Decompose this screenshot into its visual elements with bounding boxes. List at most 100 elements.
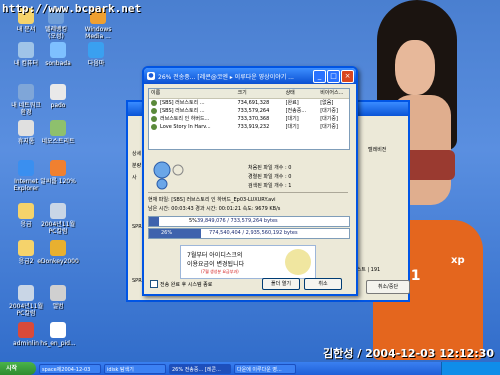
- desktop-icon-label: 알씨를 120%: [40, 178, 76, 185]
- row-name: [SBS] 러브스토리 ...: [149, 99, 235, 107]
- open-folder-button[interactable]: 폴더 열기: [262, 278, 300, 290]
- desktop-icon[interactable]: hs_en_pid...: [36, 322, 80, 347]
- total-progress-percent: 26%: [161, 230, 173, 236]
- desktop-icon[interactable]: eDonkey2000: [36, 240, 80, 265]
- row-extra: [없음]: [320, 100, 334, 106]
- desktop-icon-glyph: [50, 322, 66, 338]
- row-status: [대기]: [285, 124, 299, 130]
- desktop-icon-glyph: [50, 42, 66, 58]
- column-header-status[interactable]: 상태: [284, 89, 319, 98]
- desktop-icon-glyph: [88, 42, 104, 58]
- desktop-icon-label: eDonkey2000: [37, 258, 79, 265]
- column-header-name[interactable]: 이름: [149, 89, 235, 98]
- row-name: Love Story In Harv...: [149, 123, 235, 131]
- table-row[interactable]: [SBS] 러브스토리 ... 733,579,264 [전송중... [대기중]: [149, 107, 349, 115]
- banner-line-3: (7월 생성분 요금부과): [201, 269, 239, 274]
- cancel-button[interactable]: 취소: [304, 278, 342, 290]
- desktop-icon-label: 앨범: [52, 303, 64, 310]
- desktop-icon-label: 텔레뱅킹 (오성): [44, 26, 68, 40]
- file-progress-bar: 5% 39,849,076 / 733,579,264 bytes: [148, 216, 350, 227]
- row-size: 734,691,328: [237, 100, 270, 106]
- bg-right-label: 텔레비전: [368, 147, 387, 153]
- taskbar-item[interactable]: 다운에 이루다운 영...: [234, 363, 296, 374]
- desktop-icon-glyph: [18, 203, 34, 219]
- desktop-icon[interactable]: 네오스트리트: [36, 120, 80, 145]
- desktop-icon[interactable]: 알씨를 120%: [36, 160, 80, 185]
- file-icon: [151, 107, 157, 114]
- row-name-text: [SBS] 러브스토리 ...: [160, 108, 205, 114]
- banner-line-2: 이용요금이 변경됩니다: [187, 261, 245, 268]
- start-button[interactable]: 시작: [0, 362, 36, 375]
- banner-mascot-icon: [285, 249, 311, 275]
- desktop-icon-glyph: [18, 84, 34, 100]
- desktop-icon-label: Internet Explorer: [13, 178, 39, 192]
- file-icon: [151, 99, 157, 106]
- taskbar-item-active[interactable]: 26% 전송중... [레콘...: [169, 363, 231, 374]
- ad-banner[interactable]: 7월부터 아이디스크의 이용요금이 변경됩니다 (7월 생성분 요금부과): [180, 245, 316, 279]
- desktop-icon-glyph: [18, 322, 34, 338]
- current-file: 현재 파일: [SBS] 러브스토리 인 하버드_Ep03-LUXURY.avi: [148, 197, 276, 203]
- desktop-icon-glyph: [50, 160, 66, 176]
- shutdown-checkbox[interactable]: 전송 완료 후 시스템 종료: [150, 280, 212, 288]
- desktop-icon-glyph: [18, 240, 34, 256]
- desktop-icon[interactable]: 앨범: [36, 285, 80, 310]
- bg-fragment: 분량: [132, 163, 142, 169]
- desktop-icon-glyph: [50, 203, 66, 219]
- total-progress-bar: 26% 774,540,404 / 2,935,560,192 bytes: [148, 228, 350, 239]
- table-row[interactable]: [SBS] 러브스토리 ... 734,691,328 [완료] [없음]: [149, 99, 349, 107]
- column-header-extra[interactable]: 비이어스...: [318, 89, 349, 98]
- bg-cancel-button[interactable]: 취소/중단: [366, 280, 410, 294]
- row-status: [전송중...: [285, 108, 307, 114]
- time-info: 남은 시간: 00:03:43 경과 시간: 00:01:21 속도: 9679…: [148, 206, 281, 212]
- row-size: 733,370,368: [237, 116, 270, 122]
- file-progress-percent: 5%: [189, 218, 197, 224]
- desktop-icon-label: 다음마: [87, 60, 105, 67]
- row-name: [SBS] 러브스토리 ...: [149, 107, 235, 115]
- desktop-icon[interactable]: 2004년11월 PC칼럼: [36, 203, 80, 235]
- row-name-text: [SBS] 러브스토리 ...: [160, 100, 205, 106]
- row-status: [완료]: [285, 100, 299, 106]
- transfer-dialog[interactable]: ● 26% 전송중... [레콘@코엔 ▸ 이루다운 영상이야기 ... _ □…: [142, 66, 358, 296]
- checkbox-label: 전송 완료 후 시스템 종료: [160, 281, 213, 288]
- list-header: 이름 크기 상태 비이어스...: [149, 89, 349, 99]
- taskbar-item[interactable]: space제2004-12-03: [39, 363, 101, 374]
- minimize-icon[interactable]: _: [313, 69, 326, 83]
- desktop-icon[interactable]: 다음마: [74, 42, 118, 67]
- taskbar: 시작 space제2004-12-03 idisk 탐색기 26% 전송중...…: [0, 362, 500, 375]
- row-extra: [대기중]: [320, 108, 338, 114]
- bg-fragment: 사: [132, 175, 137, 181]
- taskbar-item[interactable]: idisk 탐색기: [104, 363, 166, 374]
- column-header-size[interactable]: 크기: [235, 89, 283, 98]
- dialog-title: 26% 전송중... [레콘@코엔 ▸ 이루다운 영상이야기 ...: [158, 73, 294, 81]
- desktop-icon-label: 내 문서: [16, 26, 36, 33]
- wallpaper-text: xp: [451, 255, 465, 266]
- banner-line-1: 7월부터 아이디스크의: [187, 252, 243, 259]
- file-progress-fill: [149, 217, 159, 226]
- desktop-icon[interactable]: pado: [36, 84, 80, 109]
- row-status: [대기]: [285, 116, 299, 122]
- file-icon: [151, 115, 157, 122]
- desktop-icon-glyph: [18, 285, 34, 301]
- row-name: 러브스토리 인 하버드...: [149, 115, 235, 123]
- desktop-icon-label: sonbada: [45, 60, 71, 67]
- desktop-icon-glyph: [18, 120, 34, 136]
- file-progress-bytes: 39,849,076 / 733,579,264 bytes: [197, 218, 278, 224]
- maximize-icon[interactable]: □: [327, 69, 340, 83]
- dialog-titlebar[interactable]: ● 26% 전송중... [레콘@코엔 ▸ 이루다운 영상이야기 ... _ □…: [144, 68, 356, 84]
- desktop-icon-glyph: [18, 42, 34, 58]
- stat-processed: 처음된 파일 개수 : 0: [248, 165, 292, 171]
- desktop-icon-glyph: [18, 160, 34, 176]
- stat-found: 검색된 파일 개수 : 1: [248, 183, 292, 189]
- table-row[interactable]: 러브스토리 인 하버드... 733,370,368 [대기] [대기중]: [149, 115, 349, 123]
- system-tray[interactable]: [441, 362, 500, 375]
- bg-fragment: SPR: [132, 224, 142, 230]
- file-list[interactable]: 이름 크기 상태 비이어스... [SBS] 러브스토리 ... 734,691,…: [148, 88, 350, 150]
- checkbox-box[interactable]: [150, 280, 158, 288]
- desktop-icon-glyph: [50, 120, 66, 136]
- desktop-icon-label: 응급2: [18, 258, 34, 265]
- row-size: 733,919,232: [237, 124, 270, 130]
- close-icon[interactable]: ×: [341, 69, 354, 83]
- app-icon: ●: [147, 72, 155, 80]
- table-row[interactable]: Love Story In Harv... 733,919,232 [대기] [대기중…: [149, 123, 349, 131]
- desktop-icon-glyph: [50, 285, 66, 301]
